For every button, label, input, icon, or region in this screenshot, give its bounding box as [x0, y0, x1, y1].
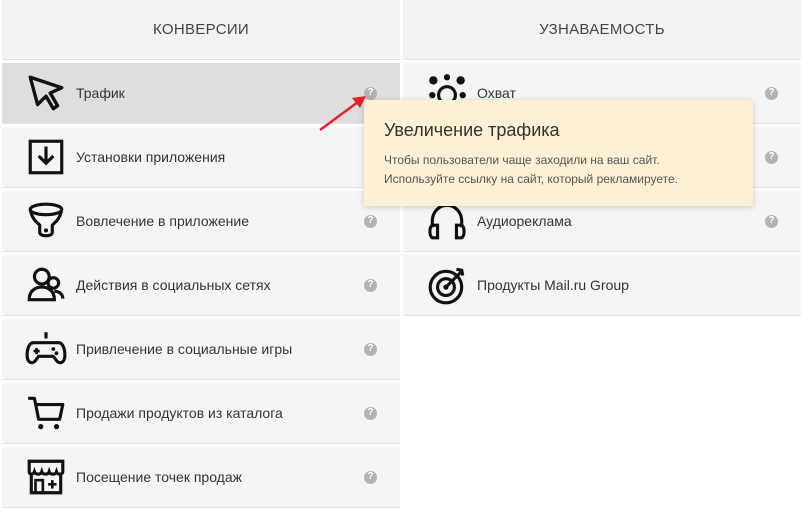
help-icon[interactable]: ?	[765, 86, 778, 100]
tooltip-description: Чтобы пользователи чаще заходили на ваш …	[384, 151, 733, 189]
target-icon	[423, 261, 471, 309]
help-icon[interactable]: ?	[364, 342, 377, 356]
tooltip-line: Чтобы пользователи чаще заходили на ваш …	[384, 153, 660, 167]
objective-catalog-sales[interactable]: Продажи продуктов из каталога ?	[2, 383, 400, 444]
funnel-icon	[22, 197, 70, 245]
conversions-header: КОНВЕРСИИ	[2, 0, 400, 60]
awareness-header: УЗНАВАЕМОСТЬ	[403, 0, 801, 60]
awareness-column: УЗНАВАЕМОСТЬ Охват ? ? Аудиореклама ? Пр…	[403, 0, 801, 316]
help-icon[interactable]: ?	[765, 150, 778, 164]
objective-label: Действия в социальных сетях	[76, 277, 271, 293]
help-icon[interactable]: ?	[364, 470, 377, 484]
cursor-icon	[22, 69, 70, 117]
objective-label: Продажи продуктов из каталога	[76, 405, 283, 421]
objective-social-games[interactable]: Привлечение в социальные игры ?	[2, 319, 400, 380]
users-icon	[22, 261, 70, 309]
tooltip-line: Используйте ссылку на сайт, который рекл…	[384, 172, 678, 186]
objective-label: Охват	[477, 85, 516, 101]
objective-label: Привлечение в социальные игры	[76, 341, 293, 357]
download-box-icon	[22, 133, 70, 181]
objective-mailru-products[interactable]: Продукты Mail.ru Group	[403, 255, 801, 316]
conversions-column: КОНВЕРСИИ Трафик ? Установки приложения …	[2, 0, 400, 508]
store-icon	[22, 453, 70, 501]
objective-label: Вовлечение в приложение	[76, 213, 249, 229]
help-icon[interactable]: ?	[364, 278, 377, 292]
objective-store-visits[interactable]: Посещение точек продаж ?	[2, 447, 400, 508]
objective-label: Посещение точек продаж	[76, 469, 243, 485]
tooltip-title: Увеличение трафика	[384, 120, 560, 140]
objective-app-installs[interactable]: Установки приложения	[2, 127, 400, 188]
help-icon[interactable]: ?	[364, 406, 377, 420]
help-icon[interactable]: ?	[765, 214, 778, 228]
help-icon[interactable]: ?	[364, 214, 377, 228]
objective-label: Аудиореклама	[477, 213, 572, 229]
objective-app-engagement[interactable]: Вовлечение в приложение ?	[2, 191, 400, 252]
objective-tooltip: Увеличение трафика Чтобы пользователи ча…	[364, 100, 753, 206]
objective-label: Установки приложения	[76, 149, 226, 165]
objective-social-actions[interactable]: Действия в социальных сетях ?	[2, 255, 400, 316]
cart-icon	[22, 389, 70, 437]
gamepad-icon	[22, 325, 70, 373]
objective-label: Продукты Mail.ru Group	[477, 277, 629, 293]
